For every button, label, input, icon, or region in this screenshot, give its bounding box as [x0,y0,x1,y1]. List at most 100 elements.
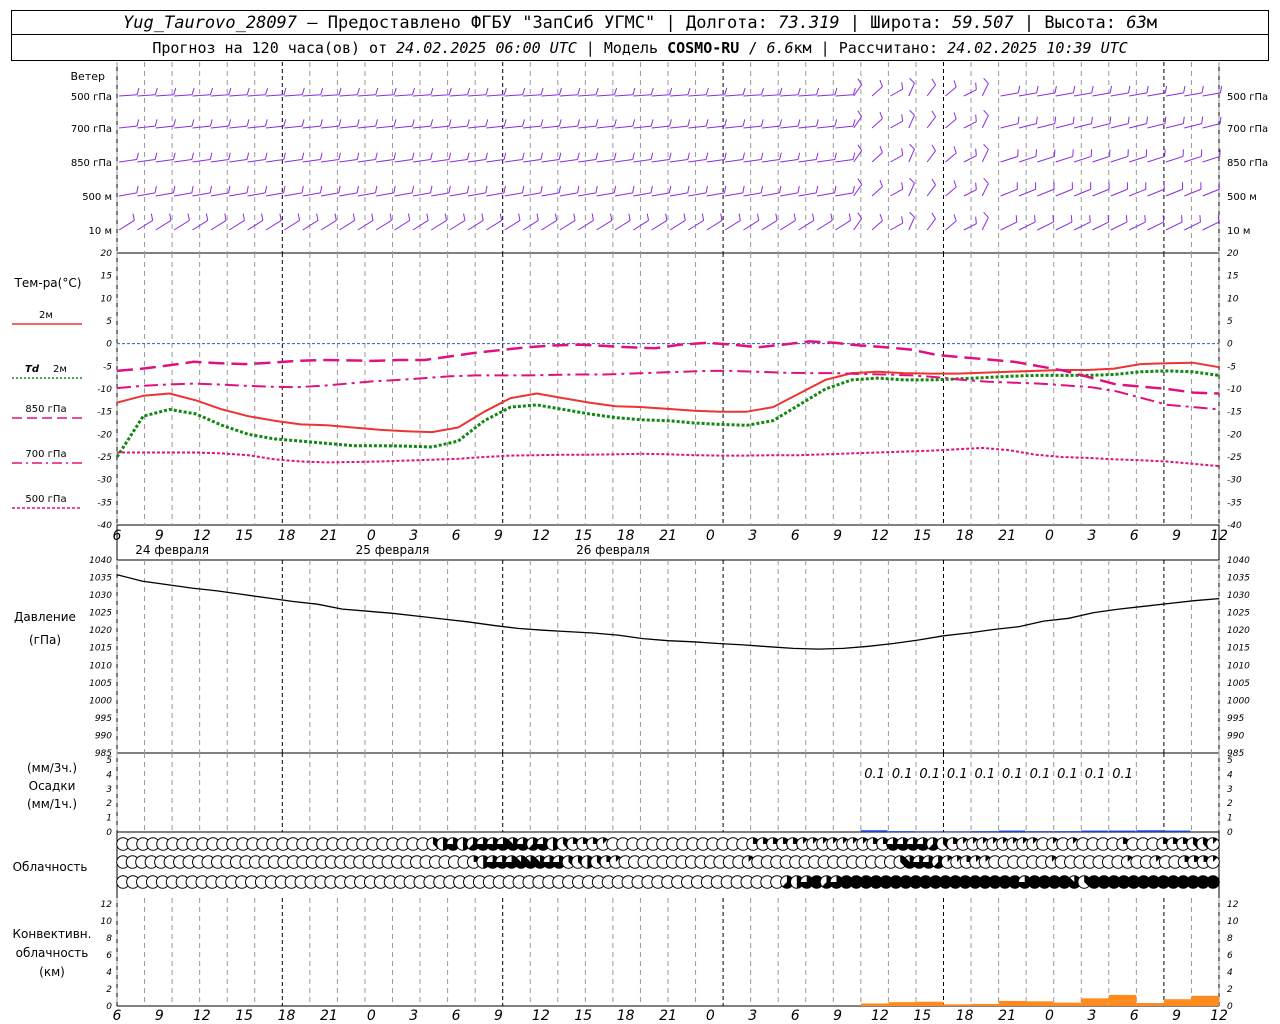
wind-barb [614,158,633,163]
wind-barb-flag [264,119,268,127]
wind-barb [614,94,633,97]
wind-barb [137,125,156,129]
temp-ytick-left: -30 [97,476,112,486]
wind-barb [871,220,883,231]
wind-barb-flag [338,185,341,193]
wind-barb [430,220,447,231]
wind-barb [908,149,915,163]
wind-barb [394,192,413,197]
wind-barb-flag [301,87,305,95]
wind-barb-flag [1089,215,1091,223]
wind-barb [302,125,321,129]
wind-barb [559,192,578,197]
wind-barb [1092,92,1111,97]
wind-barb-flag [1164,85,1168,93]
pressure-ytick-right: 1005 [1227,679,1250,689]
wind-barb-flag [760,87,764,95]
wind-barb-flag [448,152,452,160]
hour-tick-label: 6 [1130,1008,1139,1024]
wind-barb [1110,123,1129,129]
wind-barb-flag [503,119,507,127]
wind-barb [651,125,670,129]
temperature-panel: 20 20 15 15 10 10 5 5 0 0 -5 -5 -10 -10 -15 -15 -20 -20 -2… [12,249,1242,531]
precip-amount-label: 0.1 [1030,767,1051,782]
wind-barb-flag [136,185,139,193]
wind-barb [1129,155,1147,163]
wind-barb-flag [632,152,635,160]
wind-barb [357,158,376,163]
wind-barb-flag [173,152,176,160]
wind-barb-flag [1182,116,1185,124]
precip-amount-label: 0.1 [947,767,968,782]
wind-barb [761,94,780,97]
hour-tick-label: 15 [574,1008,592,1024]
wind-barb-flag [209,87,213,95]
wind-barb-flag [879,145,883,153]
wind-barb [1110,92,1129,97]
convective-bar [1026,1001,1054,1006]
wind-barb [1147,188,1165,197]
wind-barb [559,220,576,231]
wind-barb-flag [1035,116,1038,124]
conv-ytick-left: 2 [106,985,112,995]
temp-ytick-left: -25 [97,453,112,463]
wind-barb-flag [901,182,904,190]
wind-barb [320,192,339,197]
wind-barb-flag [983,109,989,116]
hour-tick-label: 21 [320,528,338,544]
wind-barb [743,192,762,197]
wind-barb-flag [834,87,838,95]
wind-barb [137,158,156,163]
temp-ytick-right: -35 [1227,498,1242,508]
wind-barb [449,94,468,97]
conv-ytick-left: 10 [101,917,113,927]
wind-barb [394,94,413,97]
wind-barb [614,220,631,231]
conv-title1: Конвективн. [13,927,92,941]
wind-barb [1129,123,1147,129]
wind-barb [1000,92,1019,97]
wind-barb [651,220,668,231]
wind-barb [431,125,450,129]
wind-barb [835,192,854,197]
hour-tick-label: 15 [574,528,592,544]
wind-barb-flag [297,213,301,221]
wind-barb-flag [319,185,323,193]
wind-barb [376,192,394,197]
wind-barb-flag [931,110,936,118]
wind-barb-flag [834,185,837,193]
wind-barb-flag [669,119,672,127]
convective-bar [1163,999,1192,1006]
wind-barb-flag [852,152,856,160]
wind-barb [247,192,266,197]
wind-barb [596,158,615,163]
wind-barb-flag [283,119,287,127]
wind-barb-flag [975,216,977,224]
precip-ytick-left: 4 [106,770,112,780]
precip-ytick-left: 3 [106,785,112,795]
wind-barb [504,220,521,231]
wind-barb-flag [953,112,957,120]
wind-barb [174,125,193,129]
hour-tick-label: 18 [278,528,296,544]
wind-barb-flag [522,87,526,95]
conv-ytick-right: 6 [1227,951,1233,961]
wind-barb [779,220,796,231]
wind-barb-flag [724,119,727,127]
hour-tick-label: 0 [706,528,715,544]
wind-barb-flag [320,152,323,160]
convective-panel: 12 1210 108 86 64 42 20 0Конвективн.облачность(… [13,900,1239,1012]
wind-barb [1073,188,1091,197]
wind-barb-flag [264,152,268,160]
wind-barb [669,158,688,163]
wind-barb [1092,188,1110,197]
wind-barb-flag [779,152,782,160]
wind-barb [302,94,321,97]
wind-barb [743,158,762,163]
wind-barb [376,94,395,97]
wind-level-label-right: 700 гПа [1227,124,1268,135]
wind-barb [541,192,560,197]
wind-barb-flag [909,211,915,218]
wind-barb [265,125,284,129]
wind-barb [633,192,652,197]
